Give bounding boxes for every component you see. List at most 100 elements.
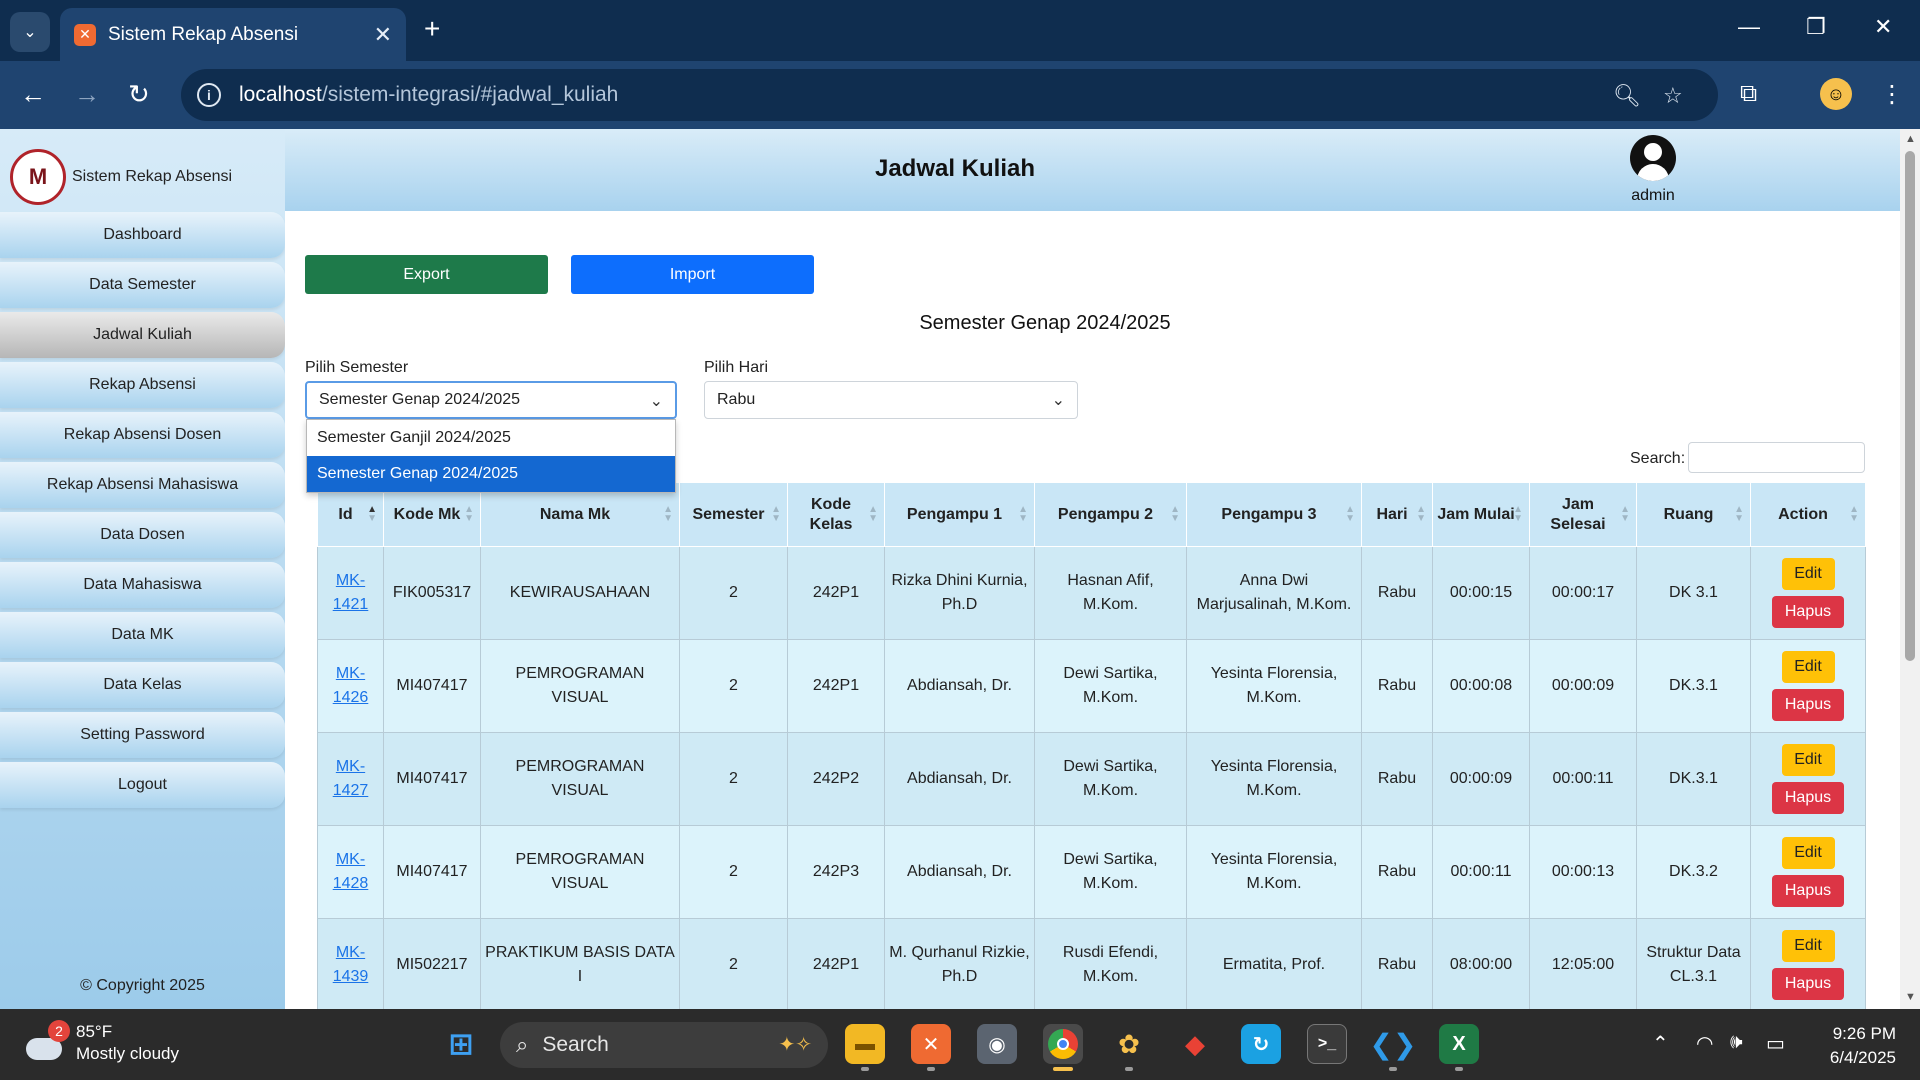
- edit-button[interactable]: Edit: [1781, 558, 1835, 590]
- delete-button[interactable]: Hapus: [1772, 689, 1844, 721]
- restore-icon[interactable]: ❐: [1806, 14, 1826, 40]
- table-row: MK-1428 MI407417 PEMROGRAMAN VISUAL 2 24…: [317, 825, 1866, 919]
- browser-menu-icon[interactable]: ⋮: [1880, 80, 1904, 109]
- column-header-kode-kelas[interactable]: Kode Kelas ▲ ▼: [787, 482, 885, 547]
- weather-widget[interactable]: 2 85°F Mostly cloudy: [24, 1020, 179, 1065]
- sidebar-item-jadwal-kuliah[interactable]: Jadwal Kuliah: [0, 312, 285, 358]
- edit-button[interactable]: Edit: [1781, 930, 1835, 962]
- address-bar[interactable]: i localhost/sistem-integrasi/#jadwal_kul…: [181, 69, 1718, 121]
- excel-icon[interactable]: X: [1439, 1024, 1479, 1064]
- cell-action: Edit Hapus: [1750, 918, 1866, 1009]
- edit-button[interactable]: Edit: [1781, 651, 1835, 683]
- chevron-up-icon[interactable]: ⌃: [1652, 1031, 1669, 1056]
- row-id-link[interactable]: MK-1439: [333, 944, 369, 985]
- url-host: localhost: [239, 83, 322, 106]
- bookmark-star-icon[interactable]: ☆: [1663, 83, 1683, 109]
- column-header-ruang[interactable]: Ruang ▲ ▼: [1636, 482, 1751, 547]
- delete-button[interactable]: Hapus: [1772, 968, 1844, 1000]
- delete-button[interactable]: Hapus: [1772, 875, 1844, 907]
- export-button[interactable]: Export: [305, 255, 548, 294]
- cell-semester: 2: [679, 546, 788, 640]
- user-name: admin: [1631, 187, 1675, 204]
- system-clock[interactable]: 9:26 PM 6/4/2025: [1800, 1022, 1896, 1070]
- taskbar-search[interactable]: ⌕ Search ✦✧: [500, 1022, 828, 1068]
- sort-icon: ▲ ▼: [663, 504, 673, 524]
- cell-jam-selesai: 00:00:09: [1529, 639, 1637, 733]
- minimize-icon[interactable]: —: [1738, 14, 1760, 40]
- sidebar-item-logout[interactable]: Logout: [0, 762, 285, 808]
- semester-option-genap[interactable]: Semester Genap 2024/2025: [307, 456, 675, 492]
- scrollbar-thumb[interactable]: [1905, 151, 1915, 661]
- close-tab-icon[interactable]: ✕: [374, 22, 392, 48]
- cell-action: Edit Hapus: [1750, 732, 1866, 826]
- sidebar-item-rekap-absensi-dosen[interactable]: Rekap Absensi Dosen: [0, 412, 285, 458]
- sidebar-item-data-kelas[interactable]: Data Kelas: [0, 662, 285, 708]
- volume-icon[interactable]: 🕪︎: [1730, 1031, 1743, 1054]
- sidebar-item-data-mahasiswa[interactable]: Data Mahasiswa: [0, 562, 285, 608]
- tab-search-button[interactable]: ⌄: [10, 12, 50, 52]
- xampp-icon[interactable]: ✕: [911, 1024, 951, 1064]
- row-id-link[interactable]: MK-1421: [333, 572, 369, 613]
- column-header-action[interactable]: Action ▲ ▼: [1750, 482, 1866, 547]
- browser-tab[interactable]: ✕ Sistem Rekap Absensi ✕: [60, 8, 406, 61]
- semester-heading: Semester Genap 2024/2025: [919, 312, 1171, 334]
- windows-start-icon[interactable]: ⊞: [441, 1024, 481, 1064]
- search-input[interactable]: [1688, 442, 1865, 473]
- file-explorer-icon[interactable]: ▬: [845, 1024, 885, 1064]
- sidebar-item-setting-password[interactable]: Setting Password: [0, 712, 285, 758]
- clock-time: 9:26 PM: [1832, 1024, 1896, 1043]
- chrome-icon[interactable]: [1043, 1024, 1083, 1064]
- row-id-link[interactable]: MK-1428: [333, 851, 369, 892]
- university-logo-icon: M: [10, 149, 66, 205]
- back-arrow-icon[interactable]: ←: [20, 79, 46, 109]
- zoom-icon[interactable]: 🔍︎: [1613, 83, 1641, 109]
- sidebar-item-data-semester[interactable]: Data Semester: [0, 262, 285, 308]
- brand: M Sistem Rekap Absensi: [10, 149, 232, 205]
- git-diamond-icon[interactable]: ◆: [1175, 1024, 1215, 1064]
- cell-nama-mk: KEWIRAUSAHAAN: [480, 546, 680, 640]
- column-header-jam-selesai[interactable]: Jam Selesai ▲ ▼: [1529, 482, 1637, 547]
- column-header-semester[interactable]: Semester ▲ ▼: [679, 482, 788, 547]
- user-avatar-icon[interactable]: [1630, 135, 1676, 181]
- vscode-icon[interactable]: ❮❯: [1370, 1024, 1417, 1064]
- import-button[interactable]: Import: [571, 255, 814, 294]
- new-tab-icon[interactable]: +: [424, 14, 440, 44]
- column-header-pengampu-3[interactable]: Pengampu 3 ▲ ▼: [1186, 482, 1362, 547]
- site-info-icon[interactable]: i: [197, 83, 221, 107]
- scroll-up-icon[interactable]: ▲: [1905, 133, 1916, 145]
- forward-arrow-icon[interactable]: →: [74, 79, 100, 109]
- search-icon: ⌕: [516, 1032, 529, 1057]
- edit-button[interactable]: Edit: [1781, 837, 1835, 869]
- row-id-link[interactable]: MK-1426: [333, 665, 369, 706]
- semester-select[interactable]: Semester Genap 2024/2025 ⌄: [305, 381, 677, 419]
- wifi-icon[interactable]: ◠: [1696, 1031, 1713, 1056]
- cell-nama-mk: PEMROGRAMAN VISUAL: [480, 639, 680, 733]
- sidebar-item-data-mk[interactable]: Data MK: [0, 612, 285, 658]
- edit-button[interactable]: Edit: [1781, 744, 1835, 776]
- page-scrollbar[interactable]: ▲ ▼: [1900, 129, 1920, 1009]
- camera-icon[interactable]: ◉: [977, 1024, 1017, 1064]
- paw-app-icon[interactable]: ✿: [1109, 1024, 1149, 1064]
- scroll-down-icon[interactable]: ▼: [1905, 991, 1916, 1003]
- delete-button[interactable]: Hapus: [1772, 596, 1844, 628]
- profile-avatar-icon[interactable]: ☺: [1820, 78, 1852, 110]
- column-header-pengampu-2[interactable]: Pengampu 2 ▲ ▼: [1034, 482, 1187, 547]
- sync-app-icon[interactable]: ↻: [1241, 1024, 1281, 1064]
- hari-select[interactable]: Rabu ⌄: [704, 381, 1078, 419]
- column-header-jam-mulai[interactable]: Jam Mulai ▲ ▼: [1432, 482, 1530, 547]
- terminal-icon[interactable]: >_: [1307, 1024, 1347, 1064]
- sidebar-item-data-dosen[interactable]: Data Dosen: [0, 512, 285, 558]
- sidebar-item-rekap-absensi[interactable]: Rekap Absensi: [0, 362, 285, 408]
- semester-select-label: Pilih Semester: [305, 359, 409, 376]
- sidebar-item-rekap-absensi-mahasiswa[interactable]: Rekap Absensi Mahasiswa: [0, 462, 285, 508]
- row-id-link[interactable]: MK-1427: [333, 758, 369, 799]
- extensions-puzzle-icon[interactable]: ⧉: [1740, 80, 1757, 108]
- sidebar-item-dashboard[interactable]: Dashboard: [0, 212, 285, 258]
- semester-option-ganjil[interactable]: Semester Ganjil 2024/2025: [307, 420, 675, 456]
- reload-icon[interactable]: ↻: [128, 79, 150, 109]
- battery-icon[interactable]: ▭: [1766, 1031, 1785, 1056]
- close-window-icon[interactable]: ✕: [1874, 14, 1892, 40]
- delete-button[interactable]: Hapus: [1772, 782, 1844, 814]
- column-header-hari[interactable]: Hari ▲ ▼: [1361, 482, 1433, 547]
- column-header-pengampu-1[interactable]: Pengampu 1 ▲ ▼: [884, 482, 1035, 547]
